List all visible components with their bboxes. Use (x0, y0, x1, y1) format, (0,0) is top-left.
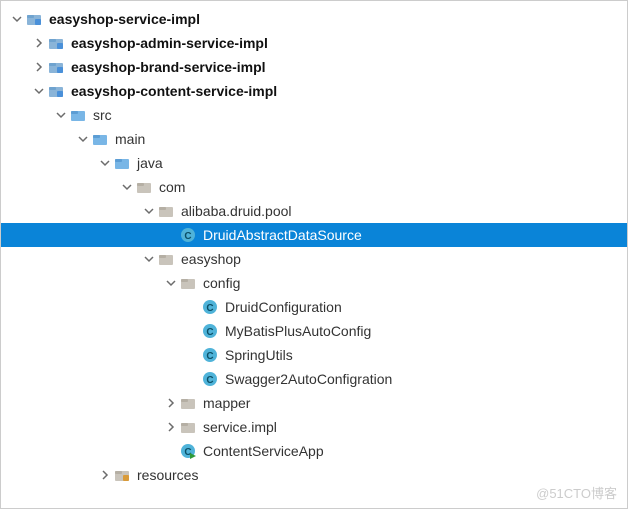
tree-item-label: java (137, 155, 163, 171)
indent (1, 235, 163, 236)
tree-row[interactable]: SpringUtils (1, 343, 627, 367)
tree-item-label: easyshop-content-service-impl (71, 83, 277, 99)
module-folder-icon (47, 34, 65, 52)
tree-item-label: main (115, 131, 145, 147)
tree-item-label: DruidAbstractDataSource (203, 227, 362, 243)
chevron-down-icon[interactable] (75, 131, 91, 147)
chevron-right-icon[interactable] (31, 35, 47, 51)
tree-row[interactable]: resources (1, 463, 627, 487)
java-class-icon (201, 322, 219, 340)
tree-row[interactable]: config (1, 271, 627, 295)
tree-row[interactable]: easyshop-content-service-impl (1, 79, 627, 103)
indent (1, 67, 31, 68)
tree-item-label: easyshop-brand-service-impl (71, 59, 266, 75)
chevron-right-icon[interactable] (163, 395, 179, 411)
tree-row[interactable]: easyshop-brand-service-impl (1, 55, 627, 79)
tree-item-label: service.impl (203, 419, 277, 435)
tree-item-label: SpringUtils (225, 347, 293, 363)
tree-item-label: mapper (203, 395, 250, 411)
tree-row[interactable]: easyshop-admin-service-impl (1, 31, 627, 55)
tree-row[interactable]: MyBatisPlusAutoConfig (1, 319, 627, 343)
indent (1, 427, 163, 428)
indent (1, 187, 119, 188)
source-folder-icon (91, 130, 109, 148)
java-main-class-icon (179, 442, 197, 460)
module-folder-icon (47, 82, 65, 100)
package-folder-icon (157, 202, 175, 220)
indent (1, 403, 163, 404)
chevron-down-icon[interactable] (163, 275, 179, 291)
tree-item-label: resources (137, 467, 198, 483)
package-folder-icon (179, 274, 197, 292)
tree-item-label: src (93, 107, 112, 123)
java-class-icon (201, 370, 219, 388)
tree-row[interactable]: DruidAbstractDataSource (1, 223, 627, 247)
resources-folder-icon (113, 466, 131, 484)
chevron-down-icon[interactable] (97, 155, 113, 171)
tree-row[interactable]: main (1, 127, 627, 151)
tree-item-label: easyshop-admin-service-impl (71, 35, 268, 51)
indent (1, 355, 185, 356)
package-folder-icon (179, 418, 197, 436)
tree-item-label: MyBatisPlusAutoConfig (225, 323, 371, 339)
tree-item-label: Swagger2AutoConfigration (225, 371, 392, 387)
chevron-down-icon[interactable] (141, 203, 157, 219)
project-tree[interactable]: easyshop-service-impl easyshop-admin-serv… (1, 1, 627, 493)
tree-row[interactable]: service.impl (1, 415, 627, 439)
chevron-right-icon[interactable] (31, 59, 47, 75)
tree-row[interactable]: ContentServiceApp (1, 439, 627, 463)
indent (1, 475, 97, 476)
chevron-down-icon[interactable] (53, 107, 69, 123)
indent (1, 259, 141, 260)
package-folder-icon (179, 394, 197, 412)
tree-item-label: ContentServiceApp (203, 443, 324, 459)
indent (1, 115, 53, 116)
chevron-right-icon[interactable] (97, 467, 113, 483)
indent (1, 379, 185, 380)
java-class-icon (201, 346, 219, 364)
package-folder-icon (157, 250, 175, 268)
package-folder-icon (135, 178, 153, 196)
tree-item-label: DruidConfiguration (225, 299, 342, 315)
indent (1, 307, 185, 308)
tree-row[interactable]: easyshop (1, 247, 627, 271)
chevron-down-icon[interactable] (9, 11, 25, 27)
module-folder-icon (47, 58, 65, 76)
chevron-down-icon[interactable] (31, 83, 47, 99)
java-class-icon (201, 298, 219, 316)
indent (1, 211, 141, 212)
indent (1, 283, 163, 284)
indent (1, 139, 75, 140)
source-folder-icon (113, 154, 131, 172)
tree-item-label: alibaba.druid.pool (181, 203, 292, 219)
tree-row[interactable]: java (1, 151, 627, 175)
tree-item-label: easyshop (181, 251, 241, 267)
chevron-right-icon[interactable] (163, 419, 179, 435)
tree-item-label: com (159, 179, 185, 195)
tree-item-label: easyshop-service-impl (49, 11, 200, 27)
source-folder-icon (69, 106, 87, 124)
indent (1, 19, 9, 20)
tree-row[interactable]: DruidConfiguration (1, 295, 627, 319)
tree-row[interactable]: alibaba.druid.pool (1, 199, 627, 223)
chevron-down-icon[interactable] (141, 251, 157, 267)
java-class-icon (179, 226, 197, 244)
tree-row[interactable]: src (1, 103, 627, 127)
tree-row[interactable]: easyshop-service-impl (1, 7, 627, 31)
tree-item-label: config (203, 275, 240, 291)
chevron-down-icon[interactable] (119, 179, 135, 195)
indent (1, 91, 31, 92)
module-folder-icon (25, 10, 43, 28)
indent (1, 43, 31, 44)
tree-row[interactable]: mapper (1, 391, 627, 415)
indent (1, 163, 97, 164)
tree-row[interactable]: Swagger2AutoConfigration (1, 367, 627, 391)
tree-row[interactable]: com (1, 175, 627, 199)
indent (1, 331, 185, 332)
indent (1, 451, 163, 452)
